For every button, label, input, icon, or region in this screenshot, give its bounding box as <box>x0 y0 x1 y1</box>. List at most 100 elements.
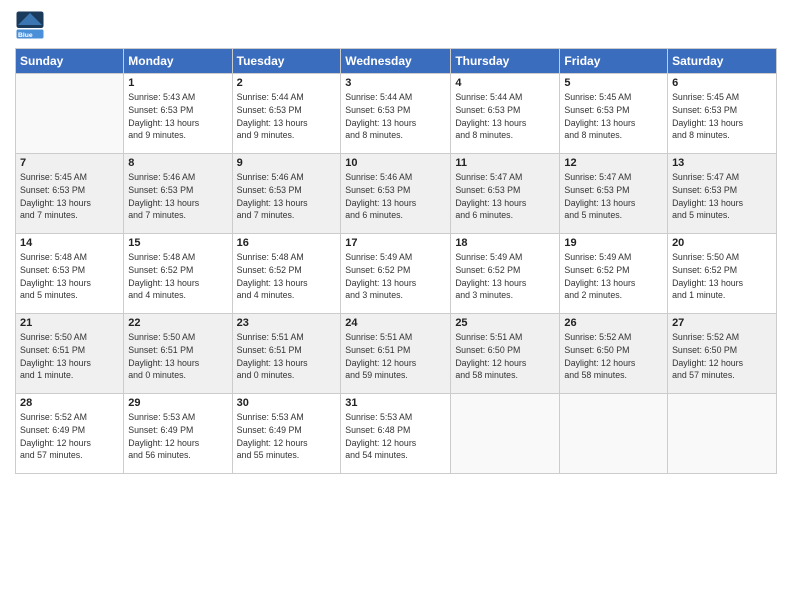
day-number: 31 <box>345 397 446 409</box>
calendar-table: SundayMondayTuesdayWednesdayThursdayFrid… <box>15 48 777 474</box>
calendar-cell: 31 Sunrise: 5:53 AM Sunset: 6:48 PM Dayli… <box>341 394 451 474</box>
weekday-header-tuesday: Tuesday <box>232 49 341 74</box>
day-number: 5 <box>564 77 663 89</box>
day-info: Sunrise: 5:46 AM Sunset: 6:53 PM Dayligh… <box>345 171 446 222</box>
day-number: 30 <box>237 397 337 409</box>
day-number: 10 <box>345 157 446 169</box>
day-info: Sunrise: 5:53 AM Sunset: 6:49 PM Dayligh… <box>128 411 227 462</box>
weekday-header-monday: Monday <box>124 49 232 74</box>
calendar-cell: 7 Sunrise: 5:45 AM Sunset: 6:53 PM Daylig… <box>16 154 124 234</box>
day-info: Sunrise: 5:43 AM Sunset: 6:53 PM Dayligh… <box>128 91 227 142</box>
day-number: 12 <box>564 157 663 169</box>
calendar-cell: 28 Sunrise: 5:52 AM Sunset: 6:49 PM Dayli… <box>16 394 124 474</box>
calendar-cell: 16 Sunrise: 5:48 AM Sunset: 6:52 PM Dayli… <box>232 234 341 314</box>
day-info: Sunrise: 5:47 AM Sunset: 6:53 PM Dayligh… <box>455 171 555 222</box>
page-container: Blue SundayMondayTuesdayWednesdayThursda… <box>0 0 792 484</box>
day-info: Sunrise: 5:44 AM Sunset: 6:53 PM Dayligh… <box>345 91 446 142</box>
calendar-cell: 21 Sunrise: 5:50 AM Sunset: 6:51 PM Dayli… <box>16 314 124 394</box>
day-number: 4 <box>455 77 555 89</box>
day-info: Sunrise: 5:46 AM Sunset: 6:53 PM Dayligh… <box>128 171 227 222</box>
calendar-cell: 25 Sunrise: 5:51 AM Sunset: 6:50 PM Dayli… <box>451 314 560 394</box>
day-number: 6 <box>672 77 772 89</box>
calendar-cell: 4 Sunrise: 5:44 AM Sunset: 6:53 PM Daylig… <box>451 74 560 154</box>
day-number: 28 <box>20 397 119 409</box>
calendar-header-row: SundayMondayTuesdayWednesdayThursdayFrid… <box>16 49 777 74</box>
calendar-cell: 2Sunrise: 5:44 AM Sunset: 6:53 PM Daylig… <box>232 74 341 154</box>
day-number: 16 <box>237 237 337 249</box>
day-number: 9 <box>237 157 337 169</box>
day-number: 22 <box>128 317 227 329</box>
calendar-week-row: 7 Sunrise: 5:45 AM Sunset: 6:53 PM Daylig… <box>16 154 777 234</box>
calendar-cell: 11 Sunrise: 5:47 AM Sunset: 6:53 PM Dayli… <box>451 154 560 234</box>
day-number: 14 <box>20 237 119 249</box>
calendar-cell <box>451 394 560 474</box>
calendar-cell: 13 Sunrise: 5:47 AM Sunset: 6:53 PM Dayli… <box>668 154 777 234</box>
calendar-cell: 19Sunrise: 5:49 AM Sunset: 6:52 PM Dayli… <box>560 234 668 314</box>
day-info: Sunrise: 5:45 AM Sunset: 6:53 PM Dayligh… <box>20 171 119 222</box>
weekday-header-thursday: Thursday <box>451 49 560 74</box>
weekday-header-saturday: Saturday <box>668 49 777 74</box>
day-info: Sunrise: 5:46 AM Sunset: 6:53 PM Dayligh… <box>237 171 337 222</box>
calendar-cell: 12Sunrise: 5:47 AM Sunset: 6:53 PM Dayli… <box>560 154 668 234</box>
day-info: Sunrise: 5:50 AM Sunset: 6:51 PM Dayligh… <box>128 331 227 382</box>
calendar-cell: 23 Sunrise: 5:51 AM Sunset: 6:51 PM Dayli… <box>232 314 341 394</box>
weekday-header-friday: Friday <box>560 49 668 74</box>
day-number: 17 <box>345 237 446 249</box>
calendar-cell: 26 Sunrise: 5:52 AM Sunset: 6:50 PM Dayli… <box>560 314 668 394</box>
day-number: 27 <box>672 317 772 329</box>
day-info: Sunrise: 5:50 AM Sunset: 6:52 PM Dayligh… <box>672 251 772 302</box>
day-info: Sunrise: 5:51 AM Sunset: 6:51 PM Dayligh… <box>345 331 446 382</box>
calendar-cell: 14 Sunrise: 5:48 AM Sunset: 6:53 PM Dayli… <box>16 234 124 314</box>
calendar-cell: 27 Sunrise: 5:52 AM Sunset: 6:50 PM Dayli… <box>668 314 777 394</box>
day-info: Sunrise: 5:44 AM Sunset: 6:53 PM Dayligh… <box>455 91 555 142</box>
day-info: Sunrise: 5:50 AM Sunset: 6:51 PM Dayligh… <box>20 331 119 382</box>
day-info: Sunrise: 5:49 AM Sunset: 6:52 PM Dayligh… <box>455 251 555 302</box>
calendar-cell: 5 Sunrise: 5:45 AM Sunset: 6:53 PM Daylig… <box>560 74 668 154</box>
calendar-cell: 1Sunrise: 5:43 AM Sunset: 6:53 PM Daylig… <box>124 74 232 154</box>
logo: Blue <box>15 10 49 40</box>
day-info: Sunrise: 5:52 AM Sunset: 6:50 PM Dayligh… <box>564 331 663 382</box>
day-number: 11 <box>455 157 555 169</box>
header: Blue <box>15 10 777 40</box>
calendar-cell: 20 Sunrise: 5:50 AM Sunset: 6:52 PM Dayli… <box>668 234 777 314</box>
day-info: Sunrise: 5:49 AM Sunset: 6:52 PM Dayligh… <box>345 251 446 302</box>
day-info: Sunrise: 5:45 AM Sunset: 6:53 PM Dayligh… <box>564 91 663 142</box>
day-info: Sunrise: 5:51 AM Sunset: 6:50 PM Dayligh… <box>455 331 555 382</box>
calendar-cell: 15Sunrise: 5:48 AM Sunset: 6:52 PM Dayli… <box>124 234 232 314</box>
calendar-week-row: 28 Sunrise: 5:52 AM Sunset: 6:49 PM Dayli… <box>16 394 777 474</box>
day-number: 24 <box>345 317 446 329</box>
day-number: 26 <box>564 317 663 329</box>
calendar-cell: 22 Sunrise: 5:50 AM Sunset: 6:51 PM Dayli… <box>124 314 232 394</box>
calendar-cell: 3Sunrise: 5:44 AM Sunset: 6:53 PM Daylig… <box>341 74 451 154</box>
calendar-cell: 18 Sunrise: 5:49 AM Sunset: 6:52 PM Dayli… <box>451 234 560 314</box>
day-info: Sunrise: 5:53 AM Sunset: 6:49 PM Dayligh… <box>237 411 337 462</box>
day-info: Sunrise: 5:51 AM Sunset: 6:51 PM Dayligh… <box>237 331 337 382</box>
day-number: 23 <box>237 317 337 329</box>
calendar-cell: 17 Sunrise: 5:49 AM Sunset: 6:52 PM Dayli… <box>341 234 451 314</box>
day-info: Sunrise: 5:45 AM Sunset: 6:53 PM Dayligh… <box>672 91 772 142</box>
calendar-cell <box>560 394 668 474</box>
weekday-header-wednesday: Wednesday <box>341 49 451 74</box>
calendar-cell: 8Sunrise: 5:46 AM Sunset: 6:53 PM Daylig… <box>124 154 232 234</box>
day-info: Sunrise: 5:53 AM Sunset: 6:48 PM Dayligh… <box>345 411 446 462</box>
day-number: 7 <box>20 157 119 169</box>
day-number: 13 <box>672 157 772 169</box>
day-info: Sunrise: 5:48 AM Sunset: 6:53 PM Dayligh… <box>20 251 119 302</box>
day-info: Sunrise: 5:52 AM Sunset: 6:49 PM Dayligh… <box>20 411 119 462</box>
day-number: 19 <box>564 237 663 249</box>
day-info: Sunrise: 5:48 AM Sunset: 6:52 PM Dayligh… <box>237 251 337 302</box>
day-number: 25 <box>455 317 555 329</box>
calendar-week-row: 14 Sunrise: 5:48 AM Sunset: 6:53 PM Dayli… <box>16 234 777 314</box>
calendar-week-row: 21 Sunrise: 5:50 AM Sunset: 6:51 PM Dayli… <box>16 314 777 394</box>
day-number: 15 <box>128 237 227 249</box>
day-number: 18 <box>455 237 555 249</box>
svg-text:Blue: Blue <box>18 32 33 39</box>
day-number: 21 <box>20 317 119 329</box>
logo-icon: Blue <box>15 10 45 40</box>
day-number: 29 <box>128 397 227 409</box>
day-info: Sunrise: 5:47 AM Sunset: 6:53 PM Dayligh… <box>672 171 772 222</box>
calendar-cell: 30 Sunrise: 5:53 AM Sunset: 6:49 PM Dayli… <box>232 394 341 474</box>
day-info: Sunrise: 5:52 AM Sunset: 6:50 PM Dayligh… <box>672 331 772 382</box>
day-number: 2 <box>237 77 337 89</box>
day-number: 20 <box>672 237 772 249</box>
